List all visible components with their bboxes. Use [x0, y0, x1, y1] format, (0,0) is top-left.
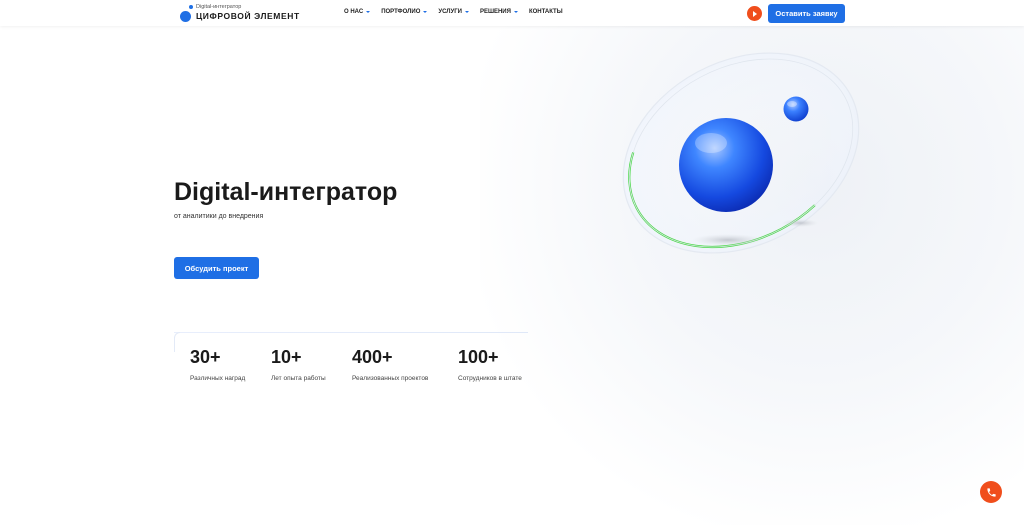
stats-divider-corner: [174, 332, 180, 352]
nav-item-label: ПОРТФОЛИО: [381, 9, 421, 15]
nav-item-solutions[interactable]: РЕШЕНИЯ: [480, 9, 518, 15]
page-subtitle: от аналитики до внедрения: [174, 213, 264, 220]
stat-awards: 30+ Различных наград: [190, 347, 245, 382]
nav-item-about[interactable]: О НАС: [344, 9, 371, 15]
stat-label: Различных наград: [190, 375, 246, 382]
stat-experience: 10+ Лет опыта работы: [271, 347, 326, 382]
discuss-project-button[interactable]: Обсудить проект: [174, 257, 259, 279]
chevron-down-icon: [513, 11, 518, 13]
nav-item-label: О НАС: [344, 9, 364, 15]
main-nav: О НАС ПОРТФОЛИО УСЛУГИ РЕШЕНИЯ КОНТАКТЫ: [344, 9, 563, 15]
stat-value: 400+: [352, 347, 393, 367]
big-sphere-shadow: [692, 234, 764, 246]
stat-value: 30+: [190, 347, 221, 367]
small-sphere: [783, 96, 809, 122]
stat-employees: 100+ Сотрудников в штате: [458, 347, 522, 382]
logo-title: ЦИФРОВОЙ ЭЛЕМЕНТ: [196, 11, 300, 21]
stat-label: Реализованных проектов: [352, 375, 429, 382]
play-icon[interactable]: [747, 6, 762, 21]
small-sphere-shadow: [782, 219, 818, 227]
site-header: Digital-интегратор ЦИФРОВОЙ ЭЛЕМЕНТ О НА…: [0, 0, 1024, 26]
logo-mark-dot: [180, 11, 191, 22]
nav-item-portfolio[interactable]: ПОРТФОЛИО: [381, 9, 428, 15]
chevron-down-icon: [423, 11, 428, 13]
nav-item-label: УСЛУГИ: [438, 9, 462, 15]
big-sphere-highlight: [695, 133, 727, 153]
stat-label: Сотрудников в штате: [458, 375, 522, 382]
nav-item-label: РЕШЕНИЯ: [479, 9, 511, 15]
small-sphere-highlight: [787, 101, 797, 107]
logo-mark-small-dot: [189, 5, 193, 9]
stats-divider: [174, 332, 528, 333]
logo-subtitle: Digital-интегратор: [196, 4, 242, 10]
submit-request-button[interactable]: Оставить заявку: [768, 4, 845, 23]
stat-value: 10+: [271, 347, 302, 367]
chevron-down-icon: [464, 11, 469, 13]
stat-value: 100+: [458, 347, 499, 367]
chevron-down-icon: [366, 11, 371, 13]
nav-item-label: КОНТАКТЫ: [528, 9, 563, 15]
nav-item-contacts[interactable]: КОНТАКТЫ: [529, 9, 563, 15]
nav-item-services[interactable]: УСЛУГИ: [438, 9, 469, 15]
stat-label: Лет опыта работы: [271, 375, 326, 382]
stat-projects: 400+ Реализованных проектов: [352, 347, 428, 382]
phone-glyph: [986, 487, 996, 497]
orbit-illustration: [622, 52, 860, 254]
phone-icon[interactable]: [980, 481, 1002, 503]
page-title: Digital-интегратор: [174, 178, 398, 206]
big-sphere: [679, 118, 773, 212]
